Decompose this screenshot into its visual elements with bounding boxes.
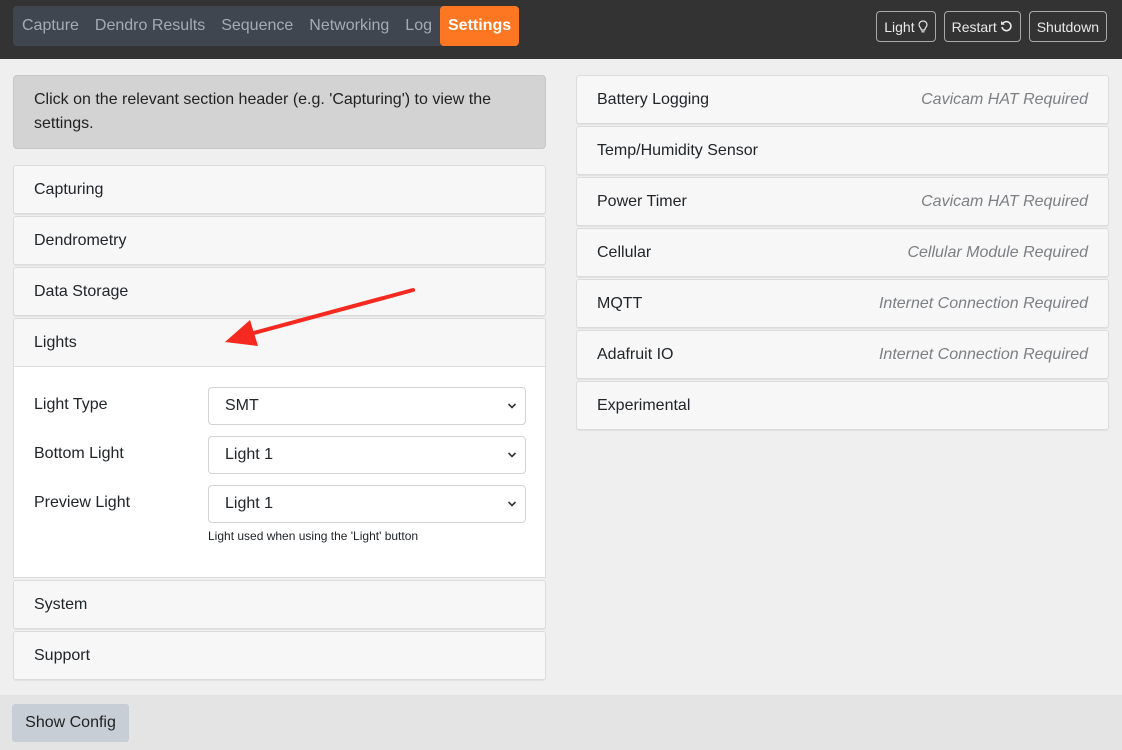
section-label: Data Storage [34, 282, 129, 300]
light-button-label: Light [884, 18, 915, 35]
section-label: System [34, 595, 88, 613]
tab-dendro-results[interactable]: Dendro Results [87, 6, 213, 46]
info-message: Click on the relevant section header (e.… [13, 75, 546, 149]
left-column: Click on the relevant section header (e.… [13, 75, 546, 682]
top-navbar: Capture Dendro Results Sequence Networki… [0, 0, 1122, 59]
section-dendrometry[interactable]: Dendrometry [13, 216, 546, 265]
bottom-light-row: Bottom Light Light 1 [34, 436, 526, 474]
section-label: Lights [34, 333, 77, 351]
section-label: Power Timer [597, 192, 687, 210]
section-cellular[interactable]: Cellular Cellular Module Required [576, 228, 1109, 277]
tab-settings[interactable]: Settings [440, 6, 520, 46]
light-type-select[interactable]: SMT [208, 387, 526, 425]
chevron-down-icon [507, 452, 517, 458]
lightbulb-icon [917, 19, 928, 32]
section-power-timer[interactable]: Power Timer Cavicam HAT Required [576, 177, 1109, 226]
requirement-note: Cellular Module Required [907, 243, 1088, 261]
bottom-light-label: Bottom Light [34, 445, 124, 462]
right-column: Battery Logging Cavicam HAT Required Tem… [576, 75, 1109, 432]
section-label: Adafruit IO [597, 345, 674, 363]
show-config-button[interactable]: Show Config [12, 704, 129, 742]
section-mqtt[interactable]: MQTT Internet Connection Required [576, 279, 1109, 328]
section-system[interactable]: System [13, 580, 546, 629]
requirement-note: Cavicam HAT Required [921, 90, 1088, 108]
section-adafruit-io[interactable]: Adafruit IO Internet Connection Required [576, 330, 1109, 379]
tab-log[interactable]: Log [397, 6, 440, 46]
restart-button[interactable]: Restart [943, 11, 1021, 42]
requirement-note: Cavicam HAT Required [921, 192, 1088, 210]
section-label: Cellular [597, 243, 652, 261]
tab-capture[interactable]: Capture [13, 6, 87, 46]
restart-icon [1000, 20, 1012, 32]
bottom-light-value: Light 1 [225, 446, 274, 463]
section-label: Capturing [34, 180, 104, 198]
section-temp-humidity[interactable]: Temp/Humidity Sensor [576, 126, 1109, 175]
section-label: Battery Logging [597, 90, 710, 108]
nav-tabs: Capture Dendro Results Sequence Networki… [13, 6, 520, 46]
light-type-row: Light Type SMT [34, 387, 526, 425]
requirement-note: Internet Connection Required [878, 345, 1088, 363]
preview-light-label: Preview Light [34, 494, 131, 511]
lights-settings-panel: Light Type SMT Bottom Light Light 1 Prev… [13, 367, 546, 578]
top-buttons: Light Restart Shutdown [876, 11, 1107, 42]
preview-light-value: Light 1 [225, 495, 274, 512]
section-label: Temp/Humidity Sensor [597, 141, 758, 159]
preview-light-select[interactable]: Light 1 [208, 485, 526, 523]
section-capturing[interactable]: Capturing [13, 165, 546, 214]
footer-bar: Show Config [0, 695, 1122, 750]
restart-button-label: Restart [951, 18, 997, 35]
tab-networking[interactable]: Networking [301, 6, 397, 46]
bottom-light-select[interactable]: Light 1 [208, 436, 526, 474]
chevron-down-icon [507, 403, 517, 409]
section-support[interactable]: Support [13, 631, 546, 680]
section-data-storage[interactable]: Data Storage [13, 267, 546, 316]
requirement-note: Internet Connection Required [878, 294, 1088, 312]
light-type-value: SMT [225, 397, 259, 414]
shutdown-button[interactable]: Shutdown [1028, 11, 1107, 42]
preview-light-help: Light used when using the 'Light' button [208, 529, 419, 543]
tab-sequence[interactable]: Sequence [213, 6, 301, 46]
section-label: Support [34, 646, 91, 664]
section-experimental[interactable]: Experimental [576, 381, 1109, 430]
section-label: Experimental [597, 396, 691, 414]
light-type-label: Light Type [34, 396, 108, 413]
light-button[interactable]: Light [876, 11, 936, 42]
section-label: MQTT [597, 294, 643, 312]
section-lights[interactable]: Lights [13, 318, 546, 367]
chevron-down-icon [507, 501, 517, 507]
section-battery-logging[interactable]: Battery Logging Cavicam HAT Required [576, 75, 1109, 124]
preview-light-row: Preview Light Light 1 [34, 485, 526, 523]
section-label: Dendrometry [34, 231, 127, 249]
